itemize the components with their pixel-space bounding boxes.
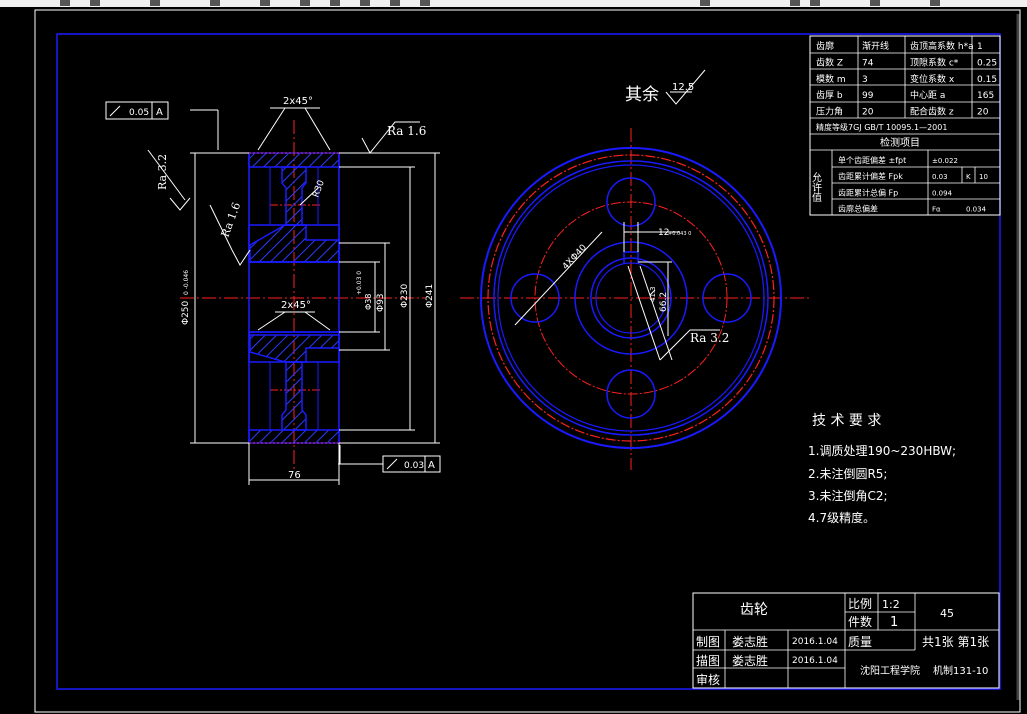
tolerance-ref: A: [428, 460, 435, 471]
param-cell: 74: [862, 58, 874, 68]
dim-d38-tol: +0.03 0: [356, 271, 363, 295]
drawn-by: 娄志胜: [732, 634, 768, 649]
sheets: 共1张 第1张: [922, 635, 989, 649]
ra-label: Ra 3.2: [156, 154, 169, 190]
param-cell: 20: [862, 108, 874, 118]
material: 45: [940, 607, 954, 620]
dim-d93: Φ93: [376, 293, 386, 312]
check-cell: 0.094: [932, 189, 953, 197]
tech-req-item: 4.7级精度。: [808, 510, 875, 525]
tech-req-item: 1.调质处理190~230HBW;: [808, 444, 956, 458]
tolerance-ref: A: [156, 107, 163, 118]
mass-label: 质量: [848, 635, 872, 649]
param-cell: 齿厚 b: [816, 90, 843, 101]
part-name: 齿轮: [740, 602, 768, 618]
param-cell: 165: [977, 91, 994, 101]
general-finish-note: 其余 12.5: [625, 69, 706, 105]
review-label: 审核: [696, 672, 720, 687]
drawn-date: 2016.1.04: [792, 637, 838, 647]
tech-req-item: 2.未注倒圆R5;: [808, 466, 887, 481]
scale-label: 比例: [848, 597, 872, 611]
param-cell: 0.15: [977, 75, 997, 85]
drawing-canvas[interactable]: 2x45° 2x45° Ra 1.6 Ra 3.2 Ra 1.6 R30 Φ25…: [0, 0, 1027, 714]
dim-width: 76: [288, 470, 301, 481]
gear-parameter-table: 齿廓 渐开线 齿顶高系数 h*a 1 齿数 Z 74 顶隙系数 c* 0.25 模数 m 3 变位系…: [809, 35, 1001, 216]
tech-req-title: 技 术 要 求: [812, 413, 881, 429]
param-cell: 配合齿数 z: [910, 106, 954, 118]
dim-d250: Φ250: [181, 300, 191, 325]
tolerance-value: 0.05: [129, 108, 149, 118]
title-block: 齿轮 比例 1:2 件数 1 45 质量 共1张 第1张 制图 娄志胜 2016…: [692, 592, 1000, 689]
tech-req-item: 3.未注倒角C2;: [808, 488, 888, 503]
check-cell: 齿廓总偏差: [838, 204, 878, 214]
check-cell: 单个齿距偏差 ±fpt: [838, 155, 906, 165]
dim-key-tol: +0.043 0: [668, 231, 691, 237]
check-cell: 10: [979, 173, 988, 181]
dim-key-depth: 66.2: [659, 292, 669, 312]
traced-label: 描图: [696, 654, 720, 668]
param-cell: 1: [977, 42, 983, 52]
param-cell: 压力角: [816, 106, 843, 118]
front-dim-texts: 4XΦ40 12 +0.043 0 66.2 41.3 Ra 3.2: [561, 228, 729, 345]
allow-label: 允许值: [810, 171, 822, 203]
ra-label: Ra 3.2: [690, 331, 729, 345]
check-cell: K: [966, 173, 971, 181]
technical-requirements: 技 术 要 求 1.调质处理190~230HBW; 2.未注倒圆R5; 3.未注…: [808, 413, 956, 525]
check-items-label: 检测项目: [880, 136, 920, 149]
ra-label: Ra 1.6: [387, 124, 426, 138]
traced-by: 娄志胜: [732, 653, 768, 668]
param-cell: 0.25: [977, 58, 997, 68]
param-cell: 齿廓: [816, 40, 834, 52]
param-cell: 变位系数 x: [910, 73, 955, 85]
drawn-label: 制图: [696, 635, 720, 649]
qty-value: 1: [890, 615, 898, 630]
param-cell: 中心距 a: [910, 89, 945, 101]
check-cell: 齿距累计偏差 Fpk: [838, 171, 903, 181]
dim-d241: Φ241: [425, 284, 435, 308]
qty-label: 件数: [848, 614, 872, 629]
chamfer-mid-label: 2x45°: [281, 300, 311, 311]
param-cell: 3: [862, 75, 868, 85]
front-view: [460, 128, 810, 470]
dim-holes: 4XΦ40: [561, 243, 589, 272]
tolerance-value: 0.03: [404, 461, 424, 471]
dim-d250-tol: 0 -0.046: [183, 270, 190, 295]
param-cell: 模数 m: [816, 73, 846, 85]
dim-d230: Φ230: [400, 283, 410, 308]
dim-d38: Φ38: [364, 294, 373, 310]
check-cell: 0.03: [932, 173, 948, 181]
traced-date: 2016.1.04: [792, 656, 838, 666]
param-cell: 齿顶高系数 h*a: [910, 40, 974, 52]
check-cell: ±0.022: [932, 157, 958, 165]
drawing-frame: [56, 33, 1001, 690]
param-cell: 99: [862, 91, 874, 101]
general-finish-ra: 12.5: [672, 82, 694, 93]
ra-label: Ra 1.6: [219, 201, 244, 239]
chamfer-top-label: 2x45°: [283, 96, 313, 107]
check-cell: 0.034: [966, 206, 987, 214]
section-view: [180, 120, 425, 470]
param-cell: 渐开线: [862, 40, 889, 52]
check-cell: Fα: [932, 206, 941, 214]
school: 沈阳工程学院: [860, 664, 920, 677]
param-cell: 齿数 Z: [816, 56, 843, 68]
scale-value: 1:2: [882, 598, 900, 611]
radius-label: R30: [311, 179, 327, 199]
check-cell: 齿距累计总偏 Fp: [838, 187, 898, 197]
class: 机制131-10: [933, 664, 988, 677]
param-cell: 顶隙系数 c*: [910, 56, 959, 68]
precision-label: 精度等级7GJ GB/T 10095.1—2001: [816, 122, 947, 132]
param-cell: 20: [977, 108, 989, 118]
dim-key-depth2: 41.3: [649, 286, 657, 302]
general-finish-label: 其余: [625, 85, 659, 105]
